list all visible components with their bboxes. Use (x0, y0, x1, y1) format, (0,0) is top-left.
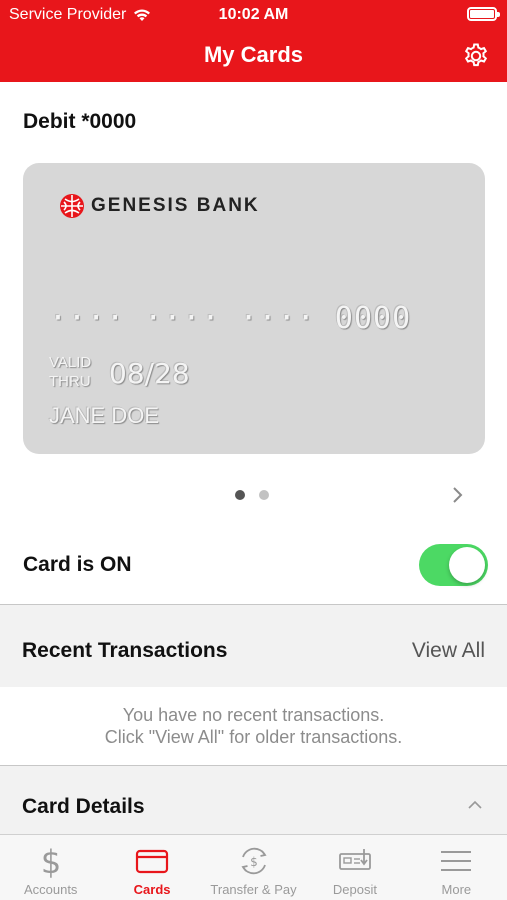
empty-transactions-message: You have no recent transactions. Click "… (0, 704, 507, 748)
tab-label: Transfer & Pay (210, 882, 297, 897)
battery-icon (467, 7, 500, 21)
tab-cards[interactable]: Cards (101, 835, 202, 900)
recent-transactions-title: Recent Transactions (22, 639, 228, 662)
chevron-up-icon (468, 800, 482, 809)
thru-label: THRU (49, 373, 91, 390)
card-number: ···· ···· ···· 0000 (49, 301, 412, 336)
card-status-label: Card is ON (23, 553, 132, 576)
pager-dot-1[interactable] (235, 490, 245, 500)
valid-label: VALID (49, 354, 92, 371)
card-expiry: 08/28 (109, 357, 190, 390)
card-on-toggle[interactable] (419, 544, 488, 586)
pager-dot-2[interactable] (259, 490, 269, 500)
tab-label: Deposit (332, 882, 377, 897)
gear-icon[interactable] (462, 42, 490, 70)
chevron-right-icon[interactable] (447, 484, 467, 506)
menu-icon (441, 851, 472, 871)
svg-text:$: $ (41, 843, 61, 879)
app-header: Service Provider 10:02 AM My Cards (0, 0, 507, 82)
card-holder-name: JANE DOE (49, 403, 160, 428)
card-name-heading: Debit *0000 (23, 110, 137, 133)
recent-transactions-header: Recent Transactions View All (0, 605, 507, 687)
tab-deposit[interactable]: Deposit (304, 835, 405, 900)
bottom-tab-bar: $ Accounts Cards $ Transfer & Pay Deposi… (0, 834, 507, 900)
transfer-icon: $ (240, 847, 267, 875)
clock: 10:02 AM (218, 6, 289, 23)
svg-text:$: $ (250, 855, 258, 869)
tab-label: Accounts (23, 882, 78, 897)
card-icon (136, 849, 169, 874)
debit-card-image[interactable]: GENESIS BANK ···· ···· ···· 0000 VALID T… (23, 163, 485, 454)
tab-label: More (441, 882, 472, 897)
empty-message-line-1: You have no recent transactions. (122, 705, 385, 725)
status-bar: Service Provider 10:02 AM (0, 0, 507, 30)
bank-name: GENESIS BANK (91, 195, 260, 216)
card-pager (235, 490, 269, 500)
tab-transfer-pay[interactable]: $ Transfer & Pay (203, 835, 304, 900)
view-all-link[interactable]: View All (412, 639, 485, 663)
valid-thru-label: VALID THRU (49, 353, 109, 391)
dollar-icon: $ (41, 843, 61, 879)
card-details-section[interactable]: Card Details (0, 766, 507, 834)
empty-message-line-2: Click "View All" for older transactions. (104, 727, 403, 747)
tab-label: Cards (133, 882, 171, 897)
check-deposit-icon (339, 849, 371, 870)
bank-logo: GENESIS BANK (59, 193, 260, 219)
card-details-title: Card Details (22, 795, 145, 818)
genesis-bank-emblem-icon (60, 194, 84, 218)
page-title: My Cards (203, 42, 304, 67)
toggle-knob (449, 547, 485, 583)
tab-accounts[interactable]: $ Accounts (0, 835, 101, 900)
tab-more[interactable]: More (406, 835, 507, 900)
